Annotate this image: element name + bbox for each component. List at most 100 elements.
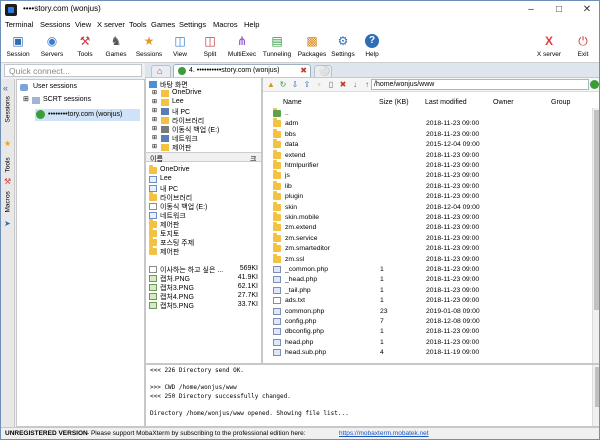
menu-terminal[interactable]: Terminal [5, 20, 33, 29]
new-tab-icon: ⚪ [319, 66, 331, 76]
menu-settings[interactable]: Settings [179, 20, 206, 29]
remote-file-row[interactable]: zm.smarteditor 2018-11-23 09:00 [263, 243, 592, 254]
menu-view[interactable]: View [75, 20, 91, 29]
close-button[interactable]: ✕ [573, 2, 599, 18]
remote-file-row[interactable]: dbconfig.php 1 2018-11-23 09:00 [263, 327, 592, 337]
tab-close-icon[interactable]: ✖ [300, 66, 307, 75]
mobaxterm-window: ••••story.com (wonjus) – □ ✕ Terminal Se… [0, 0, 600, 440]
main-toolbar: ▣ Session ◉ Servers ⚒ Tools ♞ Games ★ Se… [1, 31, 599, 63]
download-icon[interactable]: ⇩ [290, 80, 300, 90]
remote-file-row[interactable]: head.sub.php 4 2018-11-19 09:00 [263, 348, 592, 358]
remote-file-row[interactable]: extend 2018-11-23 09:00 [263, 149, 592, 161]
local-list-item[interactable]: OneDrive [148, 165, 260, 175]
remote-file-row[interactable]: skin 2018-12-04 09:00 [263, 201, 592, 213]
remote-file-row[interactable]: htmlpurifier 2018-11-23 09:00 [263, 160, 592, 171]
remote-file-row[interactable]: adm 2018-11-23 09:00 [263, 118, 592, 129]
remote-file-row[interactable]: zm.ssl 2018-11-23 09:00 [263, 253, 592, 265]
local-list-item[interactable]: 캡처5.PNG 33.7KI [148, 301, 260, 310]
remote-file-row[interactable]: data 2015-12-04 09:00 [263, 139, 592, 150]
remote-file-row[interactable]: ads.txt 1 2018-11-23 09:00 [263, 296, 592, 306]
expand-icon[interactable]: ⊞ [152, 125, 157, 132]
local-list-item[interactable]: 내 PC [148, 184, 260, 193]
remote-file-name: zm.smarteditor [285, 245, 330, 253]
local-list-item[interactable]: 캡처3.PNG 62.1KI [148, 283, 260, 292]
refresh-icon[interactable]: ↻ [278, 80, 288, 90]
quick-connect-input[interactable]: Quick connect... [4, 64, 142, 77]
remote-file-row[interactable]: common.php 23 2019-01-08 09:00 [263, 307, 592, 317]
local-list-item[interactable]: 이동식 백업 (E:) [148, 202, 260, 211]
expand-icon[interactable]: ⊞ [23, 95, 29, 103]
local-header-name[interactable]: 이름 [150, 154, 163, 164]
terminal-scrollbar[interactable] [592, 365, 599, 426]
remote-file-modified: 2018-11-23 09:00 [426, 120, 480, 128]
minimize-button[interactable]: – [517, 2, 545, 18]
terminal-scroll-thumb[interactable] [595, 367, 599, 407]
menu-xserver[interactable]: X server [97, 20, 125, 29]
local-header-size[interactable]: 크 [250, 154, 256, 164]
remote-file-row[interactable]: skin.mobile 2018-11-23 09:00 [263, 212, 592, 223]
remote-file-row[interactable]: bbs 2018-11-23 09:00 [263, 128, 592, 140]
local-list-item[interactable]: 캡처4.PNG 27.7KI [148, 292, 260, 301]
remote-path-input[interactable]: /home/wonjus/www [371, 79, 589, 90]
expand-icon[interactable]: ⊞ [152, 98, 157, 105]
remote-file-row[interactable]: lib 2018-11-23 09:00 [263, 180, 592, 192]
col-group[interactable]: Group [551, 98, 570, 108]
col-name[interactable]: Name [283, 98, 302, 108]
remote-file-row[interactable]: zm.extend 2018-11-23 09:00 [263, 222, 592, 233]
expand-icon[interactable]: ⊞ [152, 89, 157, 96]
tab-macros[interactable]: Macros [5, 191, 12, 212]
expand-icon[interactable]: ⊞ [152, 134, 157, 141]
tab-session-active[interactable]: 4. ••••••••••story.com (wonjus) ✖ [173, 64, 311, 77]
remote-file-row[interactable]: _tail.php 1 2018-11-23 09:00 [263, 286, 592, 296]
download-arrow-icon[interactable]: ↓ [350, 80, 360, 90]
local-list-item[interactable]: Lee [148, 175, 260, 184]
collapse-sidebar-icon[interactable]: « [3, 83, 8, 93]
local-list-item[interactable]: 제어판 [148, 246, 260, 256]
col-owner[interactable]: Owner [493, 98, 514, 108]
remote-file-row[interactable]: js 2018-11-23 09:00 [263, 170, 592, 181]
col-size[interactable]: Size (KB) [379, 98, 409, 108]
remote-file-row[interactable]: zm.service 2018-11-23 09:00 [263, 232, 592, 244]
maximize-button[interactable]: □ [545, 2, 573, 18]
expand-icon[interactable]: ⊞ [152, 143, 157, 150]
remote-scrollbar[interactable] [592, 108, 599, 363]
upload-icon[interactable]: ⇧ [302, 80, 312, 90]
delete-icon[interactable]: ✖ [338, 80, 348, 90]
terminal-output[interactable]: <<< 226 Directory send OK. >>> CWD /home/… [145, 364, 599, 427]
local-item-name: Lee [160, 175, 172, 182]
tab-tools[interactable]: Tools [5, 157, 12, 172]
remote-file-row[interactable]: plugin 2018-11-23 09:00 [263, 191, 592, 202]
remote-file-row[interactable]: _head.php 1 2018-11-23 09:00 [263, 275, 592, 285]
local-list-item[interactable]: 캡처.PNG 41.9KI [148, 274, 260, 283]
menu-sessions[interactable]: Sessions [40, 20, 70, 29]
remote-file-row[interactable]: head.php 1 2018-11-23 09:00 [263, 338, 592, 348]
menu-macros[interactable]: Macros [213, 20, 238, 29]
local-list-item[interactable]: 네트워크 [148, 211, 260, 220]
local-list-item[interactable]: 이사하는 하고 싶은 ... 569KI [148, 265, 260, 274]
tree-active-session[interactable]: ••••••••tory.com (wonjus) [35, 109, 140, 121]
remote-file-row[interactable]: .. [263, 108, 592, 119]
status-link[interactable]: https://mobaxterm.mobatek.net [339, 430, 429, 437]
new-file-icon[interactable]: ▯ [326, 80, 336, 90]
folder-icon [273, 232, 281, 242]
menu-help[interactable]: Help [244, 20, 259, 29]
tab-sessions[interactable]: Sessions [5, 96, 12, 122]
local-list-item[interactable]: 토지토 [148, 228, 260, 238]
remote-file-row[interactable]: config.php 7 2018-12-08 09:00 [263, 317, 592, 327]
parent-folder-icon[interactable]: ▲ [266, 80, 276, 90]
remote-file-size: 1 [380, 297, 384, 305]
expand-icon[interactable]: ⊞ [152, 116, 157, 123]
tab-home[interactable]: ⌂ [151, 65, 171, 77]
local-list-item[interactable]: 라이브러리 [148, 192, 260, 202]
remote-file-row[interactable]: _common.php 1 2018-11-23 09:00 [263, 265, 592, 275]
new-tab-button[interactable]: ⚪ [314, 65, 332, 77]
menu-games[interactable]: Games [151, 20, 175, 29]
menu-tools[interactable]: Tools [129, 20, 147, 29]
new-folder-icon[interactable]: ▫ [314, 80, 324, 90]
remote-scroll-thumb[interactable] [594, 110, 599, 310]
path-go-icon[interactable] [590, 80, 599, 89]
expand-icon[interactable]: ⊞ [152, 107, 157, 114]
local-list-item[interactable]: 포스팅 주제 [148, 237, 260, 247]
col-modified[interactable]: Last modified [425, 98, 467, 108]
local-list-item[interactable]: 제어판 [148, 219, 260, 229]
